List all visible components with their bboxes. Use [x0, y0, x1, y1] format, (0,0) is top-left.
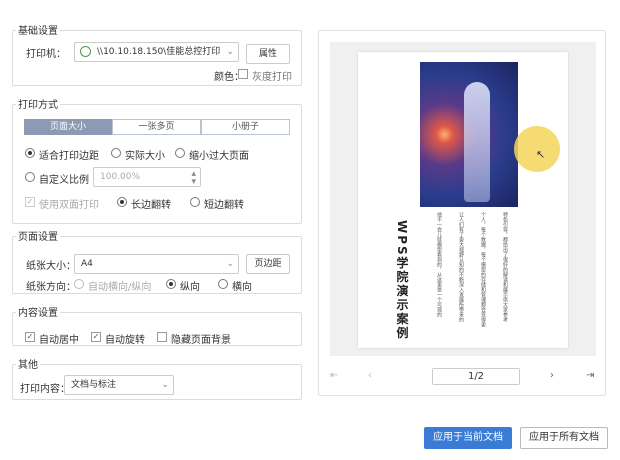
preview-text-col4: 特色引导，都给出了很好的解读和展示供大家参考 — [502, 212, 508, 322]
long-edge-radio[interactable] — [117, 197, 127, 207]
portrait-radio[interactable] — [166, 279, 176, 289]
printer-value: \\10.10.18.150\佳能总控打印 — [97, 47, 221, 57]
printer-icon — [80, 46, 91, 57]
last-page-button[interactable]: ⇥ — [586, 370, 594, 381]
auto-rotate-checkbox[interactable]: ✓ — [91, 332, 101, 342]
auto-orientation-label: 自动横向/纵向 — [88, 282, 152, 293]
landscape-radio[interactable] — [218, 279, 228, 289]
chevron-down-icon: ⌄ — [226, 259, 234, 269]
print-mode-title: 打印方式 — [16, 96, 60, 111]
printer-label: 打印机： — [26, 49, 66, 60]
preview-text-col2: 让人们有了更大视野认知的不断深入发展所带来的 — [458, 212, 464, 322]
shrink-large-label: 缩小过大页面 — [189, 151, 249, 162]
grayscale-checkbox[interactable] — [238, 69, 248, 79]
shrink-large-radio[interactable] — [175, 148, 185, 158]
apply-all-button[interactable]: 应用于所有文档 — [520, 427, 608, 449]
properties-button[interactable]: 属性 — [246, 44, 290, 64]
actual-size-label: 实际大小 — [125, 151, 165, 162]
orientation-label: 纸张方向： — [26, 282, 76, 293]
grayscale-label: 灰度打印 — [252, 72, 292, 83]
duplex-label: 使用双面打印 — [39, 200, 99, 211]
paper-size-select[interactable]: A4 ⌄ — [74, 254, 239, 274]
spinner-icon: ▴ ▾ — [191, 169, 196, 187]
print-content-value: 文档与标注 — [71, 380, 117, 390]
chevron-down-icon: ⌄ — [161, 380, 169, 390]
basic-settings-title: 基础设置 — [16, 22, 60, 37]
content-settings-title: 内容设置 — [16, 304, 60, 319]
printer-select[interactable]: \\10.10.18.150\佳能总控打印 ⌄ — [74, 42, 239, 62]
page-indicator-text: 1/2 — [467, 371, 485, 382]
portrait-label: 纵向 — [180, 282, 200, 293]
actual-size-radio[interactable] — [111, 148, 121, 158]
custom-scale-label: 自定义比例 — [39, 175, 89, 186]
duplex-checkbox[interactable]: ✓ — [25, 197, 35, 207]
preview-image — [420, 62, 518, 207]
preview-text-col3: 个人，每个数据，每个模型的存储和管理都会变得更 — [480, 212, 486, 327]
tab-page-size[interactable]: 页面大小 — [24, 119, 112, 135]
first-page-button[interactable]: ⇤ — [330, 370, 338, 381]
prev-page-button[interactable]: ‹ — [368, 370, 372, 381]
margins-button[interactable]: 页边距 — [246, 254, 290, 274]
preview-doc-title: WPS学院演示案例 — [395, 220, 409, 341]
paper-size-label: 纸张大小： — [26, 261, 76, 272]
long-edge-label: 长边翻转 — [131, 200, 171, 211]
hand-graphic — [464, 82, 490, 202]
next-page-button[interactable]: › — [550, 370, 554, 381]
auto-rotate-label: 自动旋转 — [105, 335, 145, 346]
fit-margins-label: 适合打印边距 — [39, 151, 99, 162]
hide-background-label: 隐藏页面背景 — [171, 335, 231, 346]
auto-center-label: 自动居中 — [39, 335, 79, 346]
auto-orientation-radio[interactable] — [74, 279, 84, 289]
custom-scale-radio[interactable] — [25, 172, 35, 182]
page-setup-title: 页面设置 — [16, 228, 60, 243]
preview-page: WPS学院演示案例 他不一会儿就模型看到的，从这里是一个可观的 让人们有了更大视… — [358, 52, 568, 348]
short-edge-radio[interactable] — [190, 197, 200, 207]
fit-margins-radio[interactable] — [25, 148, 35, 158]
apply-current-button[interactable]: 应用于当前文档 — [424, 427, 512, 449]
print-content-label: 打印内容： — [20, 384, 70, 395]
mouse-pointer-icon: ↖ — [536, 148, 546, 161]
preview-text-col1: 他不一会儿就模型看到的，从这里是一个可观的 — [436, 212, 442, 317]
landscape-label: 横向 — [232, 282, 252, 293]
paper-size-value: A4 — [81, 259, 93, 269]
tab-multi-page[interactable]: 一张多页 — [112, 119, 201, 135]
hide-background-checkbox[interactable] — [157, 332, 167, 342]
chevron-down-icon: ⌄ — [226, 47, 234, 57]
print-content-select[interactable]: 文档与标注 ⌄ — [64, 375, 174, 395]
short-edge-label: 短边翻转 — [204, 200, 244, 211]
auto-center-checkbox[interactable]: ✓ — [25, 332, 35, 342]
scale-value: 100.00% — [100, 172, 141, 182]
other-title: 其他 — [16, 356, 40, 371]
tab-booklet[interactable]: 小册子 — [201, 119, 290, 135]
scale-input[interactable]: 100.00% ▴ ▾ — [93, 167, 201, 187]
page-indicator[interactable]: 1/2 — [432, 368, 520, 385]
